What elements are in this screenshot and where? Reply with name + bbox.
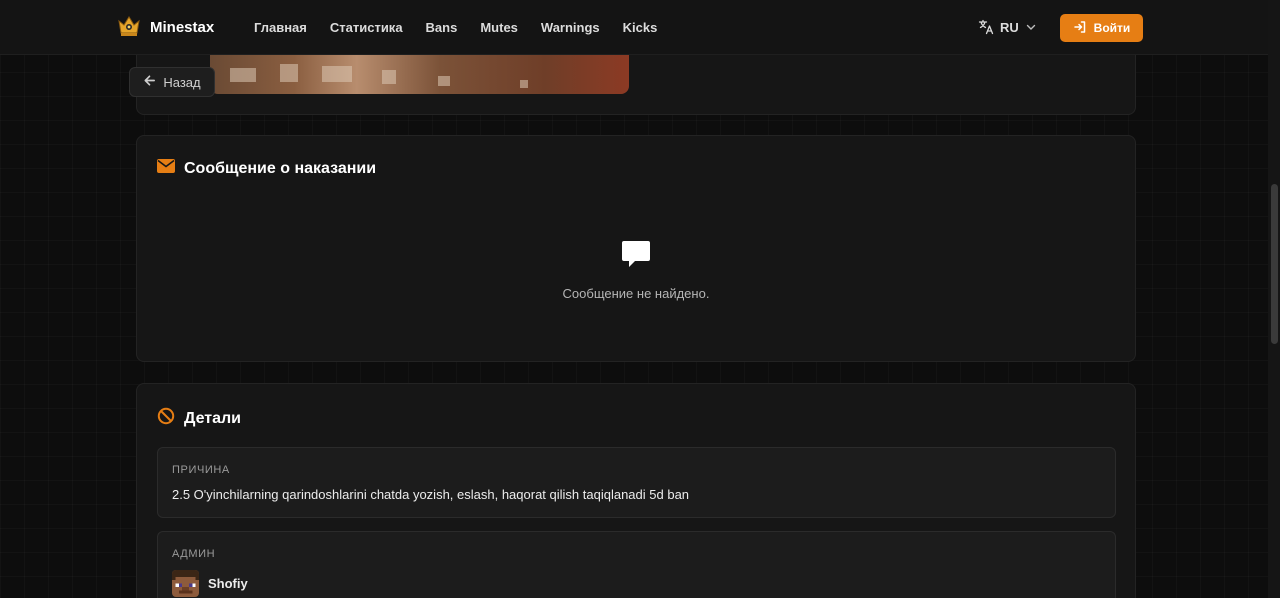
back-button[interactable]: Назад — [129, 67, 215, 97]
details-card-title: Детали — [184, 409, 242, 427]
login-icon — [1073, 20, 1087, 37]
chevron-down-icon — [1025, 21, 1037, 33]
login-button[interactable]: Войти — [1060, 14, 1143, 42]
nav-links: Главная Статистика Bans Mutes Warnings K… — [254, 20, 657, 35]
card-title: Сообщение о наказании — [157, 159, 376, 178]
details-card: Детали ПРИЧИНА 2.5 O'yinchilarning qarin… — [136, 383, 1136, 598]
nav-link-stats[interactable]: Статистика — [330, 20, 403, 35]
admin-label: АДМИН — [172, 548, 216, 560]
nav-link-bans[interactable]: Bans — [426, 20, 458, 35]
nav-link-mutes[interactable]: Mutes — [480, 20, 518, 35]
reason-value: 2.5 O'yinchilarning qarindoshlarini chat… — [172, 487, 690, 502]
player-banner-image — [210, 54, 629, 94]
arrow-left-icon — [143, 74, 156, 90]
translate-icon — [978, 19, 994, 35]
scrollbar-track[interactable] — [1268, 0, 1280, 598]
crown-logo-icon — [116, 14, 142, 40]
back-label: Назад — [163, 74, 201, 90]
ban-icon — [157, 407, 175, 430]
admin-row[interactable]: Shofiy — [172, 570, 248, 597]
language-selector[interactable]: RU — [978, 19, 1037, 35]
nav-link-home[interactable]: Главная — [254, 20, 307, 35]
reason-label: ПРИЧИНА — [172, 464, 230, 476]
login-label: Войти — [1093, 21, 1131, 35]
chat-bubble-icon — [620, 238, 652, 275]
top-navbar: Minestax Главная Статистика Bans Mutes W… — [0, 0, 1268, 55]
nav-link-warnings[interactable]: Warnings — [541, 20, 600, 35]
scrollbar-thumb[interactable] — [1271, 184, 1278, 344]
envelope-icon — [157, 159, 175, 178]
reason-field: ПРИЧИНА 2.5 O'yinchilarning qarindoshlar… — [157, 447, 1116, 518]
empty-message-text: Сообщение не найдено. — [562, 286, 710, 301]
nav-link-kicks[interactable]: Kicks — [623, 20, 658, 35]
brand-name: Minestax — [150, 18, 215, 36]
brand-link[interactable]: Minestax — [116, 14, 214, 40]
admin-field: АДМИН Shofiy — [157, 531, 1116, 598]
message-card-title: Сообщение о наказании — [184, 159, 377, 177]
punishment-message-card: Сообщение о наказании Сообщение не найде… — [136, 135, 1136, 362]
avatar — [172, 570, 199, 597]
card-title: Детали — [157, 407, 241, 430]
language-label: RU — [1000, 19, 1019, 35]
admin-name[interactable]: Shofiy — [208, 576, 248, 591]
